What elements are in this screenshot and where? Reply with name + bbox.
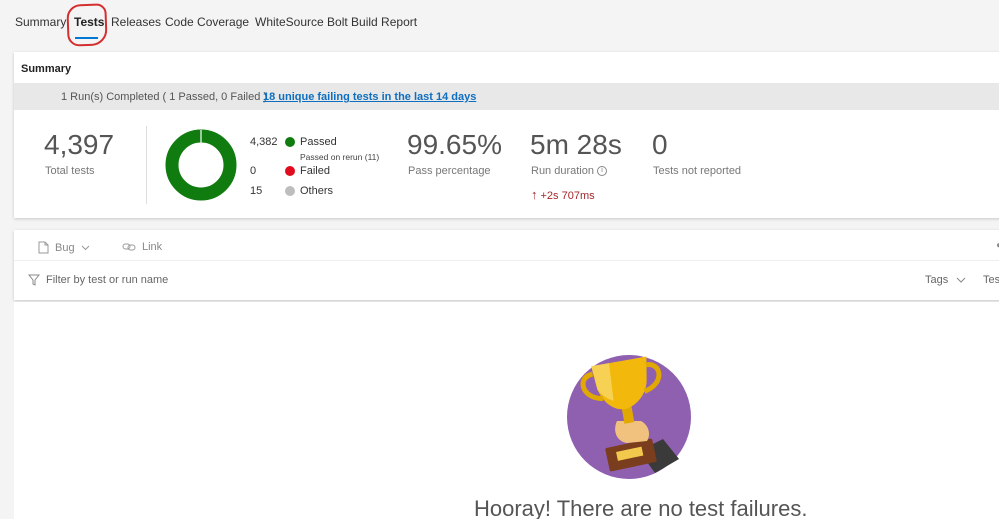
link-icon bbox=[122, 243, 136, 251]
total-tests-value: 4,397 bbox=[44, 129, 115, 160]
run-status-text: 1 Run(s) Completed ( 1 Passed, 0 Failed … bbox=[61, 91, 268, 103]
info-icon[interactable]: i bbox=[597, 166, 607, 177]
run-duration-delta: ↑ +2s 707ms bbox=[531, 187, 595, 202]
chevron-down-icon bbox=[956, 277, 966, 283]
tests-not-reported-value: 0 bbox=[652, 129, 668, 160]
passed-dot-icon bbox=[285, 137, 295, 147]
run-duration-value: 5m 28s bbox=[530, 129, 622, 160]
document-icon bbox=[38, 241, 49, 254]
more-options-icon[interactable]: ◖ bbox=[995, 240, 999, 251]
unique-failing-tests-link[interactable]: 18 unique failing tests in the last 14 d… bbox=[263, 91, 476, 103]
passed-label: Passed bbox=[300, 136, 337, 148]
pass-fail-donut-chart bbox=[165, 129, 237, 201]
red-circle-annotation bbox=[66, 3, 108, 47]
tab-code-coverage[interactable]: Code Coverage bbox=[165, 15, 249, 29]
run-status-bar: 1 Run(s) Completed ( 1 Passed, 0 Failed … bbox=[14, 83, 999, 110]
tests-not-reported-label: Tests not reported bbox=[653, 165, 742, 177]
filter-icon bbox=[28, 274, 40, 286]
failed-label: Failed bbox=[300, 165, 330, 177]
failed-dot-icon bbox=[285, 166, 295, 176]
no-failures-message: Hooray! There are no test failures. bbox=[474, 496, 808, 519]
others-dot-icon bbox=[285, 186, 295, 196]
failed-count: 0 bbox=[250, 165, 257, 177]
tags-label: Tags bbox=[925, 274, 949, 286]
filter-input[interactable]: Filter by test or run name bbox=[28, 274, 168, 286]
empty-state: Hooray! There are no test failures. bbox=[14, 302, 999, 519]
truncated-column-header[interactable]: Tes bbox=[983, 274, 999, 286]
bug-label: Bug bbox=[55, 241, 75, 254]
link-label: Link bbox=[142, 241, 163, 253]
filter-placeholder: Filter by test or run name bbox=[46, 274, 169, 286]
tags-dropdown[interactable]: Tags bbox=[925, 274, 966, 286]
tab-summary[interactable]: Summary bbox=[15, 15, 66, 29]
tab-releases[interactable]: Releases bbox=[111, 15, 161, 29]
pass-percentage-label: Pass percentage bbox=[408, 165, 491, 177]
tab-whitesource-bolt[interactable]: WhiteSource Bolt Build Report bbox=[255, 15, 417, 29]
trophy-icon bbox=[567, 355, 691, 479]
passed-on-rerun-label: Passed on rerun (11) bbox=[300, 152, 380, 162]
summary-card: Summary 1 Run(s) Completed ( 1 Passed, 0… bbox=[14, 52, 999, 218]
total-tests-label: Total tests bbox=[45, 165, 95, 177]
divider bbox=[146, 126, 147, 204]
run-duration-delta-text: +2s 707ms bbox=[540, 190, 595, 202]
toolbar-divider bbox=[14, 260, 999, 261]
chevron-down-icon bbox=[81, 245, 89, 250]
others-count: 15 bbox=[250, 185, 263, 197]
tests-toolbar-card: Bug Link ◖ Filter by test or run name Ta… bbox=[14, 230, 999, 300]
run-duration-caption: Run duration i bbox=[531, 165, 607, 177]
bug-button[interactable]: Bug bbox=[38, 241, 90, 254]
pass-percentage-value: 99.65% bbox=[407, 129, 502, 160]
passed-count: 4,382 bbox=[250, 136, 278, 148]
tab-bar: Summary Tests Releases Code Coverage Whi… bbox=[0, 0, 999, 48]
others-label: Others bbox=[300, 185, 334, 197]
arrow-up-icon: ↑ bbox=[531, 187, 538, 202]
summary-title: Summary bbox=[21, 63, 72, 75]
link-button[interactable]: Link bbox=[122, 241, 162, 253]
run-duration-label: Run duration bbox=[531, 165, 594, 177]
